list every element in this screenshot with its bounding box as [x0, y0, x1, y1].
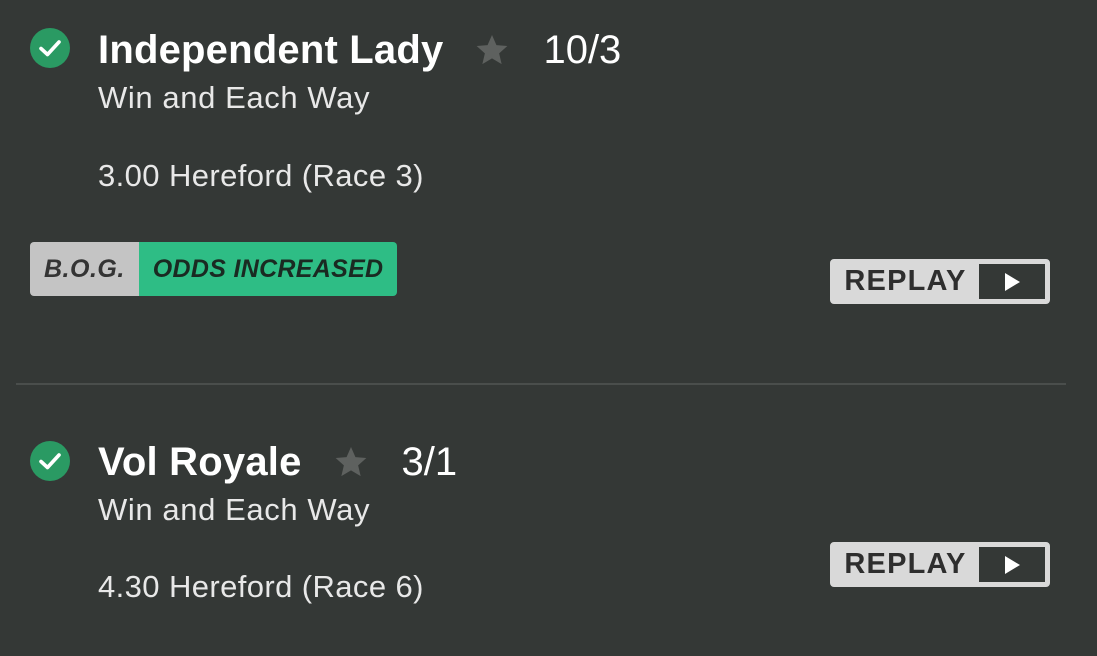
selection-name: Vol Royale: [98, 439, 302, 484]
star-icon[interactable]: [473, 31, 511, 69]
bet-card-independent-lady: Independent Lady 10/3 Win and Each Way 3…: [0, 0, 1097, 383]
play-icon: [979, 547, 1045, 582]
odds: 10/3: [543, 27, 622, 72]
event-name: 4.30 Hereford (Race 6): [98, 569, 424, 604]
bog-label: B.O.G.: [30, 242, 139, 296]
replay-label: REPLAY: [844, 548, 967, 580]
market-type: Win and Each Way: [98, 80, 371, 115]
odds-increased-label: ODDS INCREASED: [138, 242, 398, 296]
event-name: 3.00 Hereford (Race 3): [98, 158, 424, 193]
bet-card-vol-royale: Vol Royale 3/1 Win and Each Way 4.30 Her…: [0, 385, 1097, 656]
star-icon[interactable]: [332, 443, 370, 481]
replay-button[interactable]: REPLAY: [830, 542, 1050, 587]
replay-label: REPLAY: [844, 265, 967, 297]
won-checkmark-icon: [30, 28, 70, 68]
market-type: Win and Each Way: [98, 492, 371, 527]
selection-name: Independent Lady: [98, 27, 444, 72]
replay-button[interactable]: REPLAY: [830, 259, 1050, 304]
won-checkmark-icon: [30, 441, 70, 481]
bog-badge: B.O.G. ODDS INCREASED: [30, 242, 398, 296]
selection-row: Vol Royale 3/1: [98, 438, 457, 486]
play-icon: [979, 264, 1045, 299]
odds: 3/1: [401, 439, 458, 484]
selection-row: Independent Lady 10/3: [98, 26, 621, 74]
